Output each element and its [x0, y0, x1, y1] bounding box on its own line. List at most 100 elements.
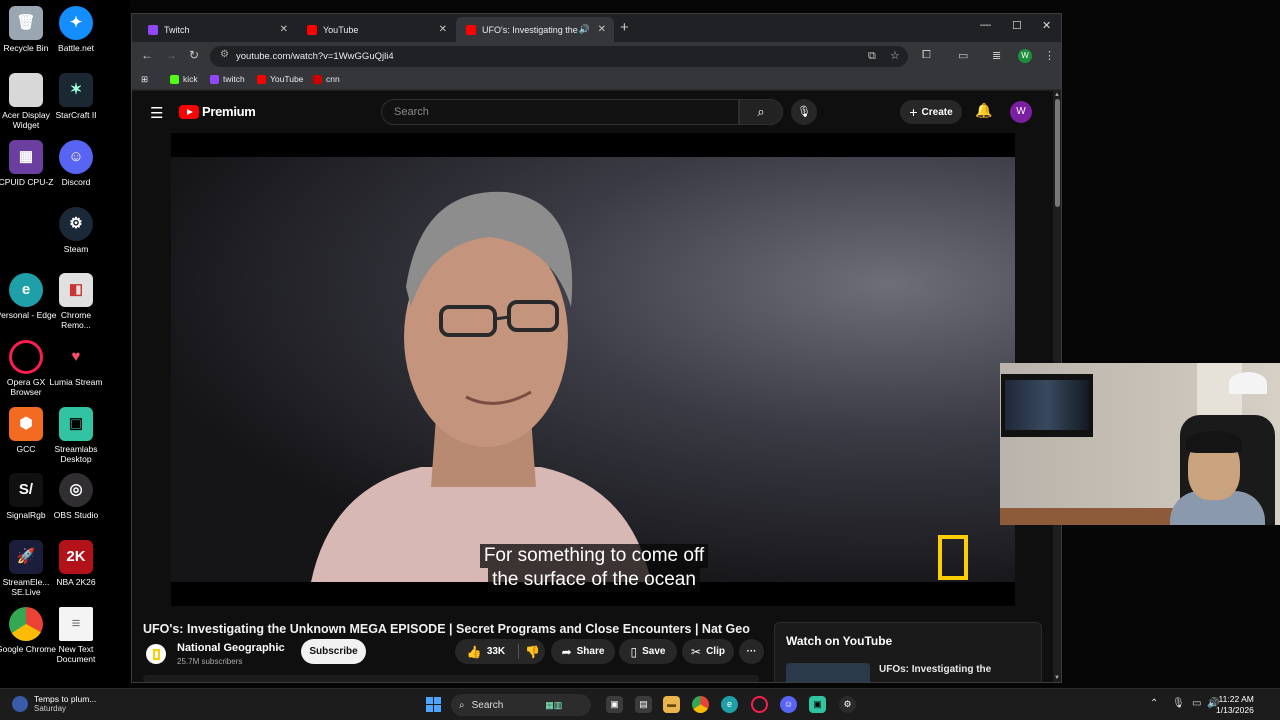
- youtube-icon: [307, 24, 317, 35]
- menu-kebab-icon[interactable]: ⋮: [1044, 49, 1055, 62]
- streamelements-icon: 🚀: [9, 540, 43, 574]
- webcam-tv: [1001, 374, 1093, 437]
- audio-playing-icon[interactable]: 🔊: [579, 24, 590, 35]
- window-close-button[interactable]: ✕: [1042, 19, 1051, 32]
- watch-on-youtube-panel[interactable]: Watch on YouTube UFOs: Investigating the: [774, 622, 1042, 682]
- more-actions-button[interactable]: ···: [739, 639, 764, 664]
- close-icon[interactable]: ✕: [280, 24, 288, 35]
- settings-taskbar-icon[interactable]: ⚙: [839, 696, 856, 713]
- bookmark-kick[interactable]: kick: [170, 74, 198, 84]
- account-avatar[interactable]: W: [1010, 101, 1032, 123]
- tab-youtube[interactable]: YouTube ✕: [297, 17, 455, 42]
- task-view-icon[interactable]: ▣: [606, 696, 623, 713]
- thumbs-up-icon: 👍: [466, 644, 482, 659]
- back-icon[interactable]: ←: [141, 48, 153, 62]
- description-box[interactable]: [143, 675, 759, 682]
- taskbar-search[interactable]: ⌕ Search ▦▥: [451, 694, 591, 716]
- save-button[interactable]: ▯ Save: [619, 639, 677, 664]
- tab-ufo-video[interactable]: UFO's: Investigating the Un 🔊 ✕: [456, 17, 614, 42]
- lumia-icon: ♥: [59, 340, 93, 374]
- forward-icon[interactable]: →: [165, 48, 177, 62]
- youtube-premium-logo[interactable]: Premium: [179, 104, 256, 119]
- close-icon[interactable]: ✕: [598, 24, 606, 35]
- signalrgb-icon: S/: [9, 473, 43, 507]
- bookmark-youtube[interactable]: YouTube: [257, 74, 303, 84]
- create-button[interactable]: + Create: [900, 100, 962, 124]
- address-bar[interactable]: ⚙ youtube.com/watch?v=1WwGGuQjli4 ⧉ ☆: [210, 46, 908, 67]
- start-button[interactable]: [426, 697, 441, 712]
- scrollbar-thumb[interactable]: [1055, 99, 1060, 207]
- divider: [518, 644, 520, 659]
- next-video-title[interactable]: UFOs: Investigating the: [879, 664, 991, 675]
- chrome-taskbar-icon[interactable]: [692, 696, 709, 713]
- channel-name[interactable]: National Geographic: [177, 642, 285, 654]
- new-tab-button[interactable]: +: [620, 19, 629, 36]
- site-info-icon[interactable]: ⚙: [220, 49, 229, 60]
- bookmark-star-icon[interactable]: ☆: [890, 49, 900, 62]
- gcc-icon: ⬢: [9, 407, 43, 441]
- dislike-button[interactable]: 👎: [525, 645, 540, 659]
- edge-taskbar-icon[interactable]: e: [721, 696, 738, 713]
- side-panel-icon[interactable]: ▭: [958, 49, 968, 62]
- desktop-icon-discord[interactable]: ☺ Discord: [45, 140, 107, 187]
- kick-icon: [170, 74, 179, 84]
- taskbar-clock[interactable]: 11:22 AM 1/13/2026: [1216, 694, 1254, 716]
- opera-gx-taskbar-icon[interactable]: [751, 696, 768, 713]
- search-input[interactable]: Search: [381, 99, 739, 125]
- search-button[interactable]: ⌕: [739, 99, 783, 125]
- desktop-icon-nba2k26[interactable]: 2K NBA 2K26: [45, 540, 107, 587]
- network-icon[interactable]: ▭: [1192, 698, 1201, 709]
- extensions-icon[interactable]: ⧠: [922, 49, 931, 62]
- cnn-icon: [313, 74, 322, 84]
- reload-icon[interactable]: ↻: [189, 48, 199, 62]
- streamlabs-taskbar-icon[interactable]: ▣: [809, 696, 826, 713]
- bookmark-icon: ▯: [630, 644, 638, 659]
- more-horizontal-icon: ···: [746, 646, 757, 657]
- tray-overflow-chevron-icon[interactable]: ⌃: [1150, 698, 1158, 709]
- apps-grid-icon[interactable]: ⊞: [141, 74, 148, 85]
- plus-icon: +: [909, 104, 918, 120]
- subscribe-button[interactable]: Subscribe: [301, 639, 366, 664]
- share-button[interactable]: ➦ Share: [551, 639, 615, 664]
- watch-on-youtube-heading: Watch on YouTube: [786, 634, 893, 648]
- weather-widget[interactable]: Temps to plum... Saturday: [12, 694, 96, 713]
- desktop-icon-chrome-remote[interactable]: ◧ Chrome Remo...: [45, 273, 107, 330]
- discord-taskbar-icon[interactable]: ☺: [780, 696, 797, 713]
- maximize-button[interactable]: ☐: [1012, 19, 1022, 32]
- minimize-button[interactable]: —: [980, 19, 991, 31]
- microphone-tray-icon[interactable]: 🎙: [1172, 698, 1185, 709]
- battlenet-icon: ✦: [59, 6, 93, 40]
- scroll-down-arrow-icon[interactable]: ▼: [1054, 675, 1060, 681]
- voice-search-button[interactable]: 🎙: [791, 99, 817, 125]
- desktop-icon-starcraft[interactable]: ✶ StarCraft II: [45, 73, 107, 120]
- desktop-icon-text-document[interactable]: ≡ New Text Document: [45, 607, 107, 664]
- notifications-bell-icon[interactable]: 🔔: [975, 102, 992, 119]
- tab-twitch[interactable]: Twitch ✕: [138, 17, 296, 42]
- webcam-floor: [1000, 508, 1180, 525]
- scroll-up-arrow-icon[interactable]: ▲: [1054, 92, 1060, 98]
- install-app-icon[interactable]: ⧉: [868, 50, 876, 63]
- clip-button[interactable]: ✂ Clip: [682, 639, 734, 664]
- subscriber-count: 25.7M subscribers: [177, 657, 243, 666]
- profile-avatar[interactable]: W: [1018, 49, 1032, 63]
- youtube-icon: [466, 24, 476, 35]
- webcam-lamp: [1229, 372, 1267, 394]
- desktop-icon-battlenet[interactable]: ✦ Battle.net: [45, 6, 107, 53]
- widgets-icon[interactable]: ▤: [635, 696, 652, 713]
- next-video-thumbnail[interactable]: [786, 663, 870, 682]
- channel-avatar[interactable]: [146, 644, 166, 664]
- desktop-icon-obs[interactable]: ◎ OBS Studio: [45, 473, 107, 520]
- hamburger-menu-icon[interactable]: ☰: [150, 104, 163, 122]
- like-button[interactable]: 👍 33K: [460, 645, 512, 659]
- bookmark-cnn[interactable]: cnn: [313, 74, 340, 84]
- close-icon[interactable]: ✕: [439, 24, 447, 35]
- bookmark-twitch[interactable]: twitch: [210, 74, 245, 84]
- desktop-icon-steam[interactable]: ⚙ Steam: [45, 207, 107, 254]
- text-document-icon: ≡: [59, 607, 93, 641]
- desktop-icon-streamlabs[interactable]: ▣ Streamlabs Desktop: [45, 407, 107, 464]
- file-explorer-icon[interactable]: ▬: [663, 696, 680, 713]
- video-player[interactable]: For something to come off the surface of…: [171, 133, 1015, 606]
- twitch-icon: [210, 74, 219, 84]
- desktop-icon-lumia[interactable]: ♥ Lumia Stream: [45, 340, 107, 387]
- reading-list-icon[interactable]: ≣: [992, 49, 1001, 62]
